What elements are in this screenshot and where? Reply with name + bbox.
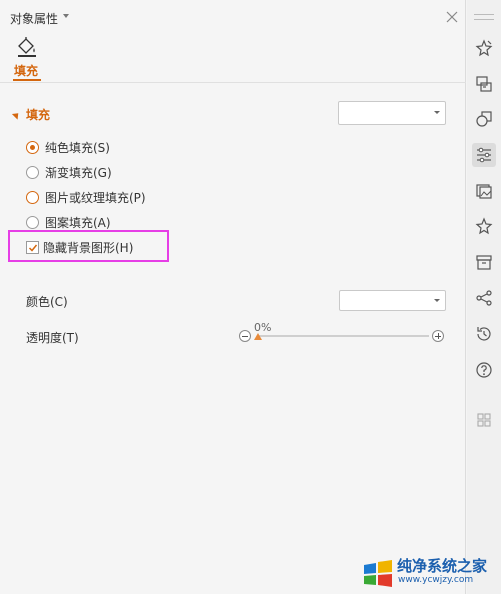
radio-label: 纯色填充(S)	[45, 140, 110, 155]
panel-title[interactable]: 对象属性	[10, 10, 58, 27]
watermark-title: 纯净系统之家	[397, 557, 488, 575]
checkmark-icon	[28, 244, 38, 252]
radio-label: 图案填充(A)	[45, 215, 111, 230]
radio-button[interactable]	[26, 165, 39, 179]
radio-button[interactable]	[26, 215, 39, 229]
share-icon[interactable]	[472, 286, 496, 310]
hide-background-checkbox-row[interactable]: 隐藏背景图形(H)	[26, 238, 133, 256]
archive-icon[interactable]	[472, 250, 496, 274]
watermark-url: www.ycwjzy.com	[398, 575, 474, 585]
object-properties-panel: 对象属性 填充 填充 纯色填充(S) 渐变填充(G) 图片或纹理填充(P) 图案…	[0, 0, 466, 594]
shape-swap-icon[interactable]	[472, 72, 496, 96]
tab-fill-underline	[13, 79, 41, 81]
radio-label: 图片或纹理填充(P)	[45, 190, 146, 205]
color-label: 颜色(C)	[26, 295, 68, 309]
transparency-label: 透明度(T)	[26, 331, 79, 345]
shapes-icon[interactable]	[472, 107, 496, 131]
radio-picture-texture-fill[interactable]: 图片或纹理填充(P)	[26, 188, 146, 206]
help-icon[interactable]	[472, 358, 496, 382]
radio-label: 渐变填充(G)	[45, 165, 112, 180]
transparency-slider-thumb[interactable]	[254, 333, 262, 340]
paint-bucket-icon[interactable]	[16, 36, 38, 58]
radio-solid-fill[interactable]: 纯色填充(S)	[26, 138, 110, 156]
color-picker-dropdown[interactable]	[339, 290, 446, 311]
radio-button[interactable]	[26, 190, 39, 204]
title-dropdown-caret-icon[interactable]	[63, 14, 69, 18]
radio-button[interactable]	[26, 140, 39, 154]
transparency-slider-track[interactable]	[258, 335, 429, 337]
tab-divider	[0, 82, 466, 83]
image-gallery-icon[interactable]	[472, 179, 496, 203]
chevron-down-icon	[434, 298, 440, 302]
section-collapse-arrow-icon[interactable]	[11, 110, 22, 120]
radio-pattern-fill[interactable]: 图案填充(A)	[26, 213, 111, 231]
fill-section-title[interactable]: 填充	[26, 106, 50, 123]
fill-preset-dropdown[interactable]	[338, 101, 446, 125]
magic-star-icon[interactable]	[472, 36, 496, 60]
site-watermark: 纯净系统之家 www.ycwjzy.com	[357, 551, 501, 594]
radio-gradient-fill[interactable]: 渐变填充(G)	[26, 163, 112, 181]
property-settings-icon[interactable]	[472, 143, 496, 167]
app-grid-icon[interactable]	[472, 408, 496, 432]
hide-background-label: 隐藏背景图形(H)	[43, 240, 134, 255]
hide-background-checkbox[interactable]	[26, 240, 39, 254]
watermark-logo-icon	[364, 560, 392, 587]
close-icon[interactable]	[445, 10, 459, 24]
tab-fill[interactable]: 填充	[14, 62, 38, 79]
favorites-star-icon[interactable]	[472, 214, 496, 238]
history-icon[interactable]	[472, 322, 496, 346]
decrease-transparency-button[interactable]	[239, 330, 251, 342]
sidebar-grip-icon[interactable]	[474, 14, 494, 20]
right-sidebar	[467, 0, 501, 594]
chevron-down-icon	[434, 111, 440, 114]
increase-transparency-button[interactable]	[432, 330, 444, 342]
